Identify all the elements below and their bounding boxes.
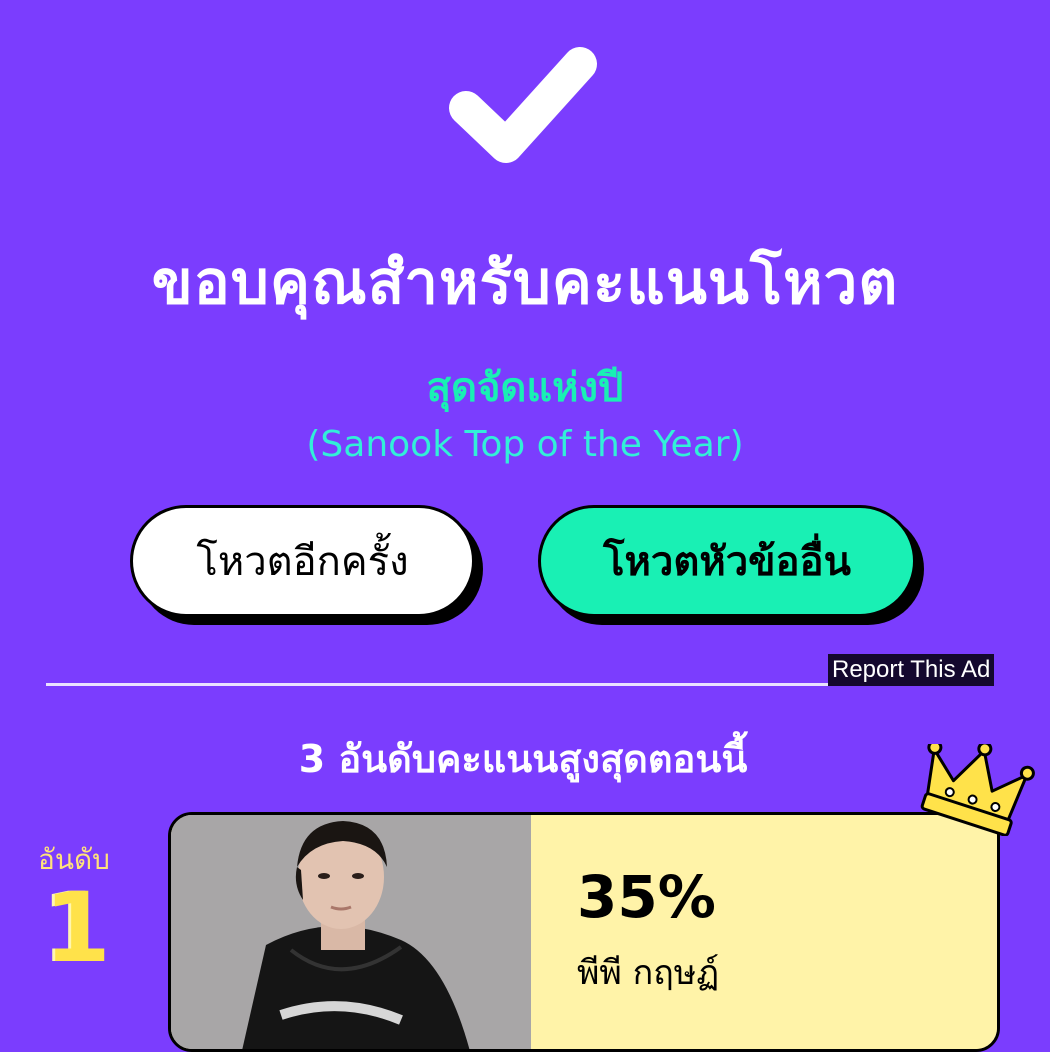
divider: [46, 683, 828, 686]
award-subtitle: สุดจัดแห่งปี: [426, 365, 624, 411]
ranking-card[interactable]: 35% พีพี กฤษฏ์: [168, 812, 1000, 1052]
candidate-photo: [171, 815, 531, 1049]
candidate-info: 35% พีพี กฤษฏ์: [531, 815, 997, 1049]
crown-icon: [916, 739, 1048, 837]
check-icon: [438, 30, 608, 170]
ranking-heading: 3 อันดับคะแนนสูงสุดตอนนี้: [298, 737, 748, 781]
vote-other-topic-button[interactable]: โหวตหัวข้ออื่น: [538, 505, 916, 617]
vote-again-button[interactable]: โหวตอีกครั้ง: [130, 505, 475, 617]
page-title: ขอบคุณสำหรับคะแนนโหวต: [151, 248, 899, 318]
award-subtitle-english: (Sanook Top of the Year): [306, 424, 744, 465]
vote-percent: 35%: [577, 863, 716, 931]
candidate-name: พีพี กฤษฏ์: [577, 953, 720, 993]
vote-thank-you-page: ขอบคุณสำหรับคะแนนโหวต สุดจัดแห่งปี (Sano…: [0, 0, 1050, 1052]
report-ad-link[interactable]: Report This Ad: [828, 654, 995, 686]
rank-number: 1: [44, 872, 111, 984]
